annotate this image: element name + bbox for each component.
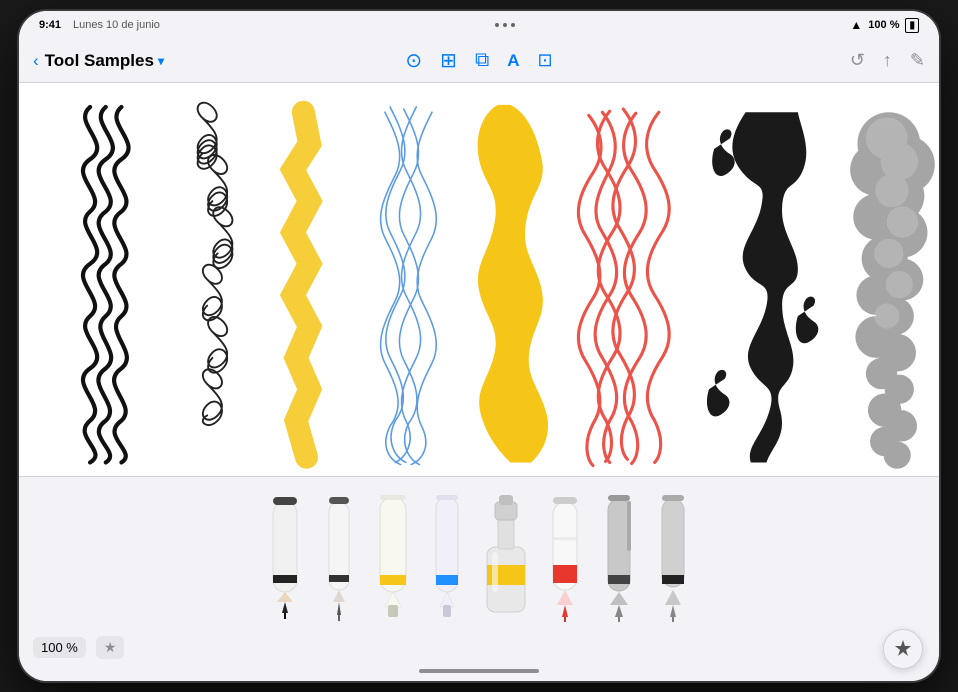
battery-icon: ▮ [905,18,919,33]
toolbar: ‹ Tool Samples ▾ ⊙ ⊞ ⧉ A ⊡ ↺ ↑ ✎ [19,39,939,83]
stroke-col-7 [707,112,818,462]
text-icon[interactable]: A [507,51,519,71]
battery-display: 100 % [868,19,899,31]
tool-panel: 100 % ★ [19,476,939,661]
dot-3 [511,23,515,27]
wifi-icon: ▲ [850,18,862,32]
back-button[interactable]: ‹ [33,51,39,71]
tool-blue-marker[interactable] [425,487,469,622]
share-icon[interactable]: ↑ [883,50,892,71]
pencil-circle-icon[interactable]: ⊙ [405,48,422,73]
pencil-fab-button[interactable] [883,629,923,669]
layers-icon[interactable]: ⧉ [475,49,489,72]
tool-gray-brush[interactable] [651,487,695,622]
tools-row [19,477,939,634]
status-bar-left: 9:41 Lunes 10 de junio [39,19,160,31]
status-bar: 9:41 Lunes 10 de junio ▲ 100 % ▮ [19,11,939,39]
stroke-col-3 [293,112,310,457]
history-icon[interactable]: ↺ [850,50,865,71]
tool-paint-bottle[interactable] [479,487,533,622]
dot-2 [503,23,507,27]
stroke-col-6 [578,109,669,466]
date-display: Lunes 10 de junio [73,19,160,31]
tool-pencil-black[interactable] [263,487,307,622]
image-icon[interactable]: ⊡ [538,50,553,71]
dot-1 [495,23,499,27]
status-bar-center [495,23,515,27]
drawing-canvas [19,83,939,476]
tool-fine-pen[interactable] [317,487,361,622]
stroke-col-2 [198,103,233,425]
zoom-badge[interactable]: 100 % [33,637,86,658]
canvas-area[interactable] [19,83,939,476]
toolbar-right: ↺ ↑ ✎ [745,50,925,71]
chevron-left-icon: ‹ [33,51,39,71]
toolbar-center: ⊙ ⊞ ⧉ A ⊡ [213,48,745,73]
status-bar-right: ▲ 100 % ▮ [850,18,919,33]
time-display: 9:41 [39,19,61,31]
tool-yellow-marker[interactable] [371,487,415,622]
grid-view-icon[interactable]: ⊞ [440,48,457,73]
ipad-screen: 9:41 Lunes 10 de junio ▲ 100 % ▮ ‹ T [19,11,939,681]
home-bar [419,669,539,673]
tool-calligraphy-pen[interactable] [597,487,641,622]
tool-bottom-bar: 100 % ★ [19,634,939,661]
stroke-col-5 [478,105,548,463]
stroke-col-4 [381,107,437,465]
ipad-frame: 9:41 Lunes 10 de junio ▲ 100 % ▮ ‹ T [19,11,939,681]
edit-icon[interactable]: ✎ [910,50,925,71]
document-title: Tool Samples ▾ [45,51,164,71]
favorites-badge[interactable]: ★ [96,636,125,659]
home-indicator [19,661,939,681]
stroke-col-1 [83,107,129,462]
tool-red-crayon[interactable] [543,487,587,622]
title-chevron-icon[interactable]: ▾ [158,54,164,68]
toolbar-left: ‹ Tool Samples ▾ [33,51,213,71]
